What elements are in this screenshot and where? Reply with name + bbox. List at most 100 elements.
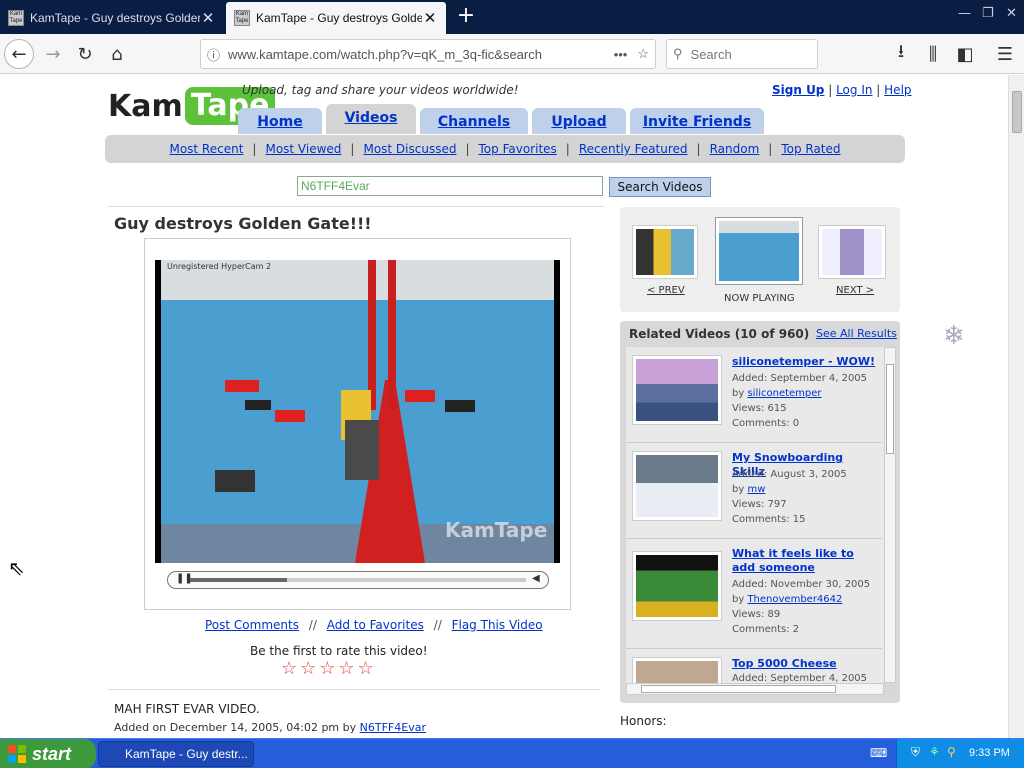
playback-bar[interactable]: ❚❚ ◀ xyxy=(167,571,549,589)
page-scrollbar[interactable] xyxy=(1008,75,1024,738)
tab-upload[interactable]: Upload xyxy=(532,108,626,134)
close-tab-icon[interactable]: ✕ xyxy=(200,9,216,27)
related-thumbnail[interactable] xyxy=(632,451,722,521)
uploader-link[interactable]: N6TFF4Evar xyxy=(360,721,426,734)
related-thumbnail[interactable] xyxy=(632,355,722,425)
volume-icon[interactable]: ◀ xyxy=(532,573,540,584)
related-added: Added: September 4, 2005 xyxy=(732,373,868,384)
taskbar-item-kamtape[interactable]: KamTape - Guy destr... xyxy=(98,741,254,767)
download-icon[interactable]: ⭳ xyxy=(886,39,916,69)
info-icon[interactable]: ⓘ xyxy=(207,45,220,64)
subnav-most-recent[interactable]: Most Recent xyxy=(169,142,243,156)
see-all-results-link[interactable]: See All Results xyxy=(816,327,897,340)
start-button[interactable]: start xyxy=(0,739,96,768)
related-meta: Added: August 3, 2005 by mw Views: 797 C… xyxy=(732,467,847,527)
back-arrow-icon[interactable]: ← xyxy=(4,39,34,69)
keyboard-icon[interactable]: ⌨ xyxy=(870,746,887,760)
added-info: Added on December 14, 2005, 04:02 pm by … xyxy=(114,721,426,734)
tab-home[interactable]: Home xyxy=(238,108,322,134)
related-header: Related Videos (10 of 960) xyxy=(629,327,810,341)
tab-channels[interactable]: Channels xyxy=(420,108,528,134)
by-label: by xyxy=(732,594,745,605)
subnav-top-favorites[interactable]: Top Favorites xyxy=(479,142,557,156)
page-actions-icon[interactable]: ••• xyxy=(614,47,628,62)
browser-tab-2[interactable]: Kam Tape KamTape - Guy destroys Golden G… xyxy=(226,2,446,34)
related-user-link[interactable]: Thenovember4642 xyxy=(747,594,842,605)
next-link[interactable]: NEXT > xyxy=(836,285,874,296)
scroll-thumb[interactable] xyxy=(886,364,894,454)
related-title[interactable]: siliconetemper - WOW! xyxy=(732,355,876,369)
next-thumbnail[interactable] xyxy=(818,225,886,279)
url-text: www.kamtape.com/watch.php?v=qK_m_3q-fic&… xyxy=(228,46,542,62)
related-thumbnail[interactable] xyxy=(632,657,722,683)
related-vertical-scrollbar[interactable] xyxy=(884,347,896,683)
help-link[interactable]: Help xyxy=(884,83,911,97)
by-label: by xyxy=(732,484,745,495)
home-icon[interactable]: ⌂ xyxy=(102,39,132,69)
hypercam-watermark: Unregistered HyperCam 2 xyxy=(167,262,272,271)
list-item[interactable]: siliconetemper - WOW! Added: September 4… xyxy=(626,347,882,443)
rating-stars[interactable]: ☆☆☆☆☆ xyxy=(281,658,377,679)
list-item[interactable]: Top 5000 Cheese Added: September 4, 2005 xyxy=(626,649,882,683)
prev-next-panel: < PREV NOW PLAYING NEXT > xyxy=(620,207,900,312)
subnav-random[interactable]: Random xyxy=(710,142,760,156)
separator: // xyxy=(433,618,442,632)
bookmark-star-icon[interactable]: ☆ xyxy=(637,46,649,62)
window-close-icon[interactable]: ✕ xyxy=(1006,6,1017,21)
browser-search-input[interactable]: ⚲ Search xyxy=(666,39,818,69)
video-actions: Post Comments // Add to Favorites // Fla… xyxy=(199,618,549,632)
browser-tab-bar: Kam Tape KamTape - Guy destroys Golden G… xyxy=(0,0,1024,34)
subnav-recently-featured[interactable]: Recently Featured xyxy=(579,142,688,156)
related-user-link[interactable]: mw xyxy=(747,484,765,495)
site-search-input[interactable] xyxy=(297,176,603,196)
tab-invite-friends[interactable]: Invite Friends xyxy=(630,108,764,134)
list-item[interactable]: My Snowboarding Skillz Added: August 3, … xyxy=(626,443,882,539)
related-list: siliconetemper - WOW! Added: September 4… xyxy=(626,347,884,683)
log-in-link[interactable]: Log In xyxy=(836,83,872,97)
add-to-favorites-link[interactable]: Add to Favorites xyxy=(327,618,424,632)
subnav-top-rated[interactable]: Top Rated xyxy=(781,142,840,156)
related-user-link[interactable]: siliconetemper xyxy=(747,388,821,399)
added-text: Added on December 14, 2005, 04:02 pm by xyxy=(114,721,357,734)
subnav-most-viewed[interactable]: Most Viewed xyxy=(265,142,341,156)
search-tray-icon[interactable]: ⚲ xyxy=(947,745,956,759)
list-item[interactable]: What it feels like to add someone Added:… xyxy=(626,539,882,649)
subnav-most-discussed[interactable]: Most Discussed xyxy=(363,142,456,156)
sign-up-link[interactable]: Sign Up xyxy=(772,83,824,97)
related-added: Added: November 30, 2005 xyxy=(732,579,871,590)
kamtape-logo[interactable]: Kam Tape xyxy=(108,85,276,127)
flag-video-link[interactable]: Flag This Video xyxy=(452,618,543,632)
restore-icon[interactable]: ❐ xyxy=(982,6,994,21)
scroll-thumb[interactable] xyxy=(641,685,836,693)
related-horizontal-scrollbar[interactable] xyxy=(626,683,884,695)
prev-thumbnail[interactable] xyxy=(632,225,698,279)
scroll-thumb[interactable] xyxy=(1012,91,1022,133)
network-icon[interactable]: ⚘ xyxy=(929,745,940,759)
minimize-icon[interactable]: — xyxy=(958,6,971,21)
library-icon[interactable]: ⫼ xyxy=(918,39,948,69)
forward-arrow-icon[interactable]: → xyxy=(38,39,68,69)
logo-kam: Kam xyxy=(108,88,183,124)
search-videos-button[interactable]: Search Videos xyxy=(609,177,711,197)
related-thumbnail[interactable] xyxy=(632,551,722,621)
video-frame[interactable]: Unregistered HyperCam 2 KamTape xyxy=(155,260,560,563)
post-comments-link[interactable]: Post Comments xyxy=(205,618,299,632)
related-title[interactable]: What it feels like to add someone xyxy=(732,547,876,575)
shield-icon[interactable]: ⛨ xyxy=(911,745,920,760)
progress-track[interactable] xyxy=(190,578,526,582)
sub-navigation: Most Recent | Most Viewed | Most Discussed… xyxy=(105,135,905,163)
video-player: Unregistered HyperCam 2 KamTape ❚❚ ◀ xyxy=(144,238,571,610)
sidebar-icon[interactable]: ◧ xyxy=(950,39,980,69)
system-tray: ⛨ ⚘ ⚲ 9:33 PM xyxy=(896,739,1024,768)
prev-link[interactable]: < PREV xyxy=(647,285,685,296)
close-tab-icon[interactable]: ✕ xyxy=(422,9,438,27)
new-tab-icon[interactable]: + xyxy=(452,4,480,30)
url-bar[interactable]: ⓘ www.kamtape.com/watch.php?v=qK_m_3q-fi… xyxy=(200,39,656,69)
tab-videos[interactable]: Videos xyxy=(326,104,416,134)
menu-icon[interactable]: ☰ xyxy=(990,39,1020,69)
progress-fill xyxy=(190,578,288,582)
related-added: Added: August 3, 2005 xyxy=(732,469,847,480)
related-title[interactable]: Top 5000 Cheese xyxy=(732,657,876,671)
browser-tab-1[interactable]: Kam Tape KamTape - Guy destroys Golden G… xyxy=(0,2,224,34)
reload-icon[interactable]: ↻ xyxy=(70,39,100,69)
